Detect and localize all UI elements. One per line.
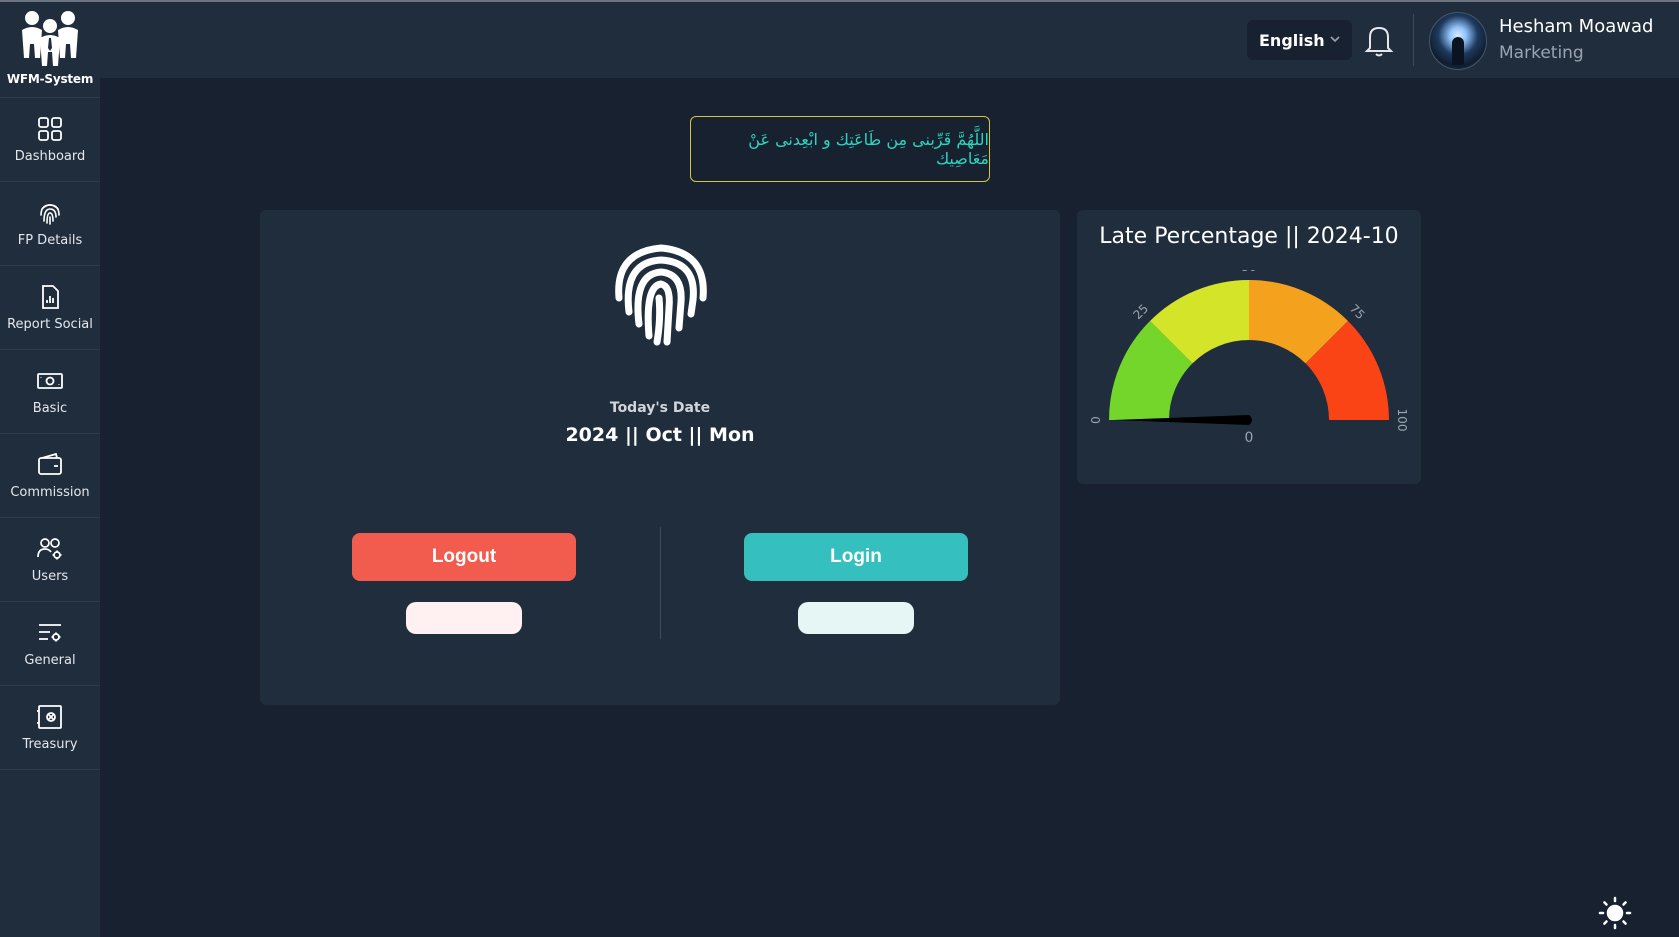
sidebar-item-label: Users [31, 569, 69, 584]
sidebar-item-fp-details[interactable]: FP Details [0, 182, 100, 266]
gauge-tick-label: 75 [1347, 301, 1368, 322]
settings-list-icon [39, 624, 61, 642]
sidebar-item-label: Report Social [7, 317, 93, 332]
chevron-down-icon [1330, 36, 1340, 43]
sidebar-item-commission[interactable]: Commission [0, 434, 100, 518]
brand[interactable]: WFM-System [0, 2, 100, 98]
sidebar-item-label: FP Details [17, 233, 83, 248]
fingerprint-icon [40, 204, 60, 225]
sidebar: WFM-System Dashboard FP Details Report S… [0, 2, 100, 937]
attendance-card: Today's Date 2024 || Oct || Mon Logout L… [260, 210, 1060, 705]
card-divider [660, 527, 661, 639]
sidebar-item-report-social[interactable]: Report Social [0, 266, 100, 350]
report-chart-icon [42, 285, 59, 309]
sun-icon[interactable] [1598, 896, 1632, 930]
daily-quote: اللَّهُمَّ قَرِّبنى مِن طَاعَتِك و ابْعِ… [690, 116, 990, 182]
user-role: Marketing [1499, 43, 1584, 63]
late-percentage-card: Late Percentage || 2024-10 0 25 50 75 100 0 [1077, 210, 1421, 484]
gauge-value-label: 0 [1245, 430, 1254, 446]
logout-time-pill[interactable] [406, 602, 522, 634]
notification-bell-icon[interactable] [1362, 22, 1396, 58]
logout-button[interactable]: Logout [352, 533, 576, 581]
sidebar-item-dashboard[interactable]: Dashboard [0, 98, 100, 182]
header: English Hesham Moawad Marketing [100, 2, 1679, 78]
late-percentage-gauge: 0 25 50 75 100 0 [1089, 270, 1409, 446]
login-button[interactable]: Login [744, 533, 968, 581]
sidebar-item-label: Basic [32, 401, 68, 416]
money-icon [37, 373, 63, 389]
brand-name: WFM-System [6, 72, 94, 86]
sidebar-item-label: Commission [10, 485, 90, 500]
grid-icon [38, 117, 62, 141]
avatar[interactable] [1429, 12, 1487, 70]
sidebar-item-basic[interactable]: Basic [0, 350, 100, 434]
gauge-tick-label: 50 [1241, 270, 1256, 274]
sidebar-item-users[interactable]: Users [0, 518, 100, 602]
date-label: Today's Date [609, 400, 711, 416]
brand-logo-icon [22, 11, 78, 66]
fingerprint-icon [615, 244, 707, 346]
header-divider [1413, 14, 1414, 66]
date-value: 2024 || Oct || Mon [565, 424, 755, 446]
gauge-title: Late Percentage || 2024-10 [1099, 224, 1399, 249]
gauge-tick-label: 0 [1089, 416, 1103, 424]
sidebar-item-general[interactable]: General [0, 602, 100, 686]
safe-icon [37, 705, 62, 729]
gauge-tick-label: 25 [1130, 301, 1151, 322]
sidebar-item-label: General [24, 653, 76, 668]
sidebar-item-label: Treasury [22, 737, 78, 752]
sidebar-item-label: Dashboard [14, 149, 86, 164]
wallet-icon [38, 452, 62, 475]
users-gear-icon [37, 538, 62, 560]
sidebar-item-treasury[interactable]: Treasury [0, 686, 100, 770]
login-time-pill[interactable] [798, 602, 914, 634]
user-name: Hesham Moawad [1499, 16, 1654, 37]
language-select[interactable]: English [1247, 20, 1352, 60]
language-value: English [1259, 30, 1325, 50]
gauge-tick-label: 100 [1395, 409, 1409, 432]
